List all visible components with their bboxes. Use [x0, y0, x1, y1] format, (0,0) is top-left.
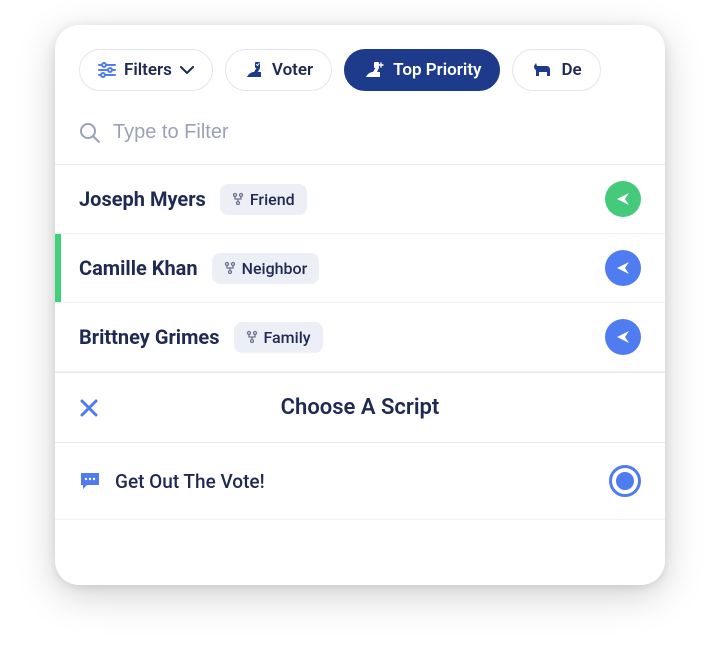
- filters-button[interactable]: Filters: [79, 49, 213, 91]
- search-row: [55, 107, 665, 165]
- democrat-pill[interactable]: De: [512, 49, 600, 91]
- ballot-hand-icon: [244, 61, 264, 79]
- send-button[interactable]: [605, 181, 641, 217]
- tag-label: Family: [264, 328, 311, 347]
- sliders-icon: [98, 62, 116, 78]
- relationship-tag: Neighbor: [212, 253, 320, 284]
- app-card: Filters Voter: [55, 25, 665, 585]
- contact-name: Brittney Grimes: [79, 325, 220, 349]
- close-icon[interactable]: [79, 398, 99, 418]
- voter-label: Voter: [272, 60, 313, 80]
- filters-row: Filters Voter: [55, 25, 665, 107]
- sheet-header: Choose A Script: [55, 372, 665, 443]
- relationship-tag: Friend: [220, 184, 307, 215]
- tag-label: Friend: [250, 190, 295, 209]
- contact-name: Joseph Myers: [79, 187, 206, 211]
- contact-name: Camille Khan: [79, 256, 198, 280]
- voter-pill[interactable]: Voter: [225, 49, 332, 91]
- send-button[interactable]: [605, 319, 641, 355]
- democrat-label: De: [561, 60, 581, 80]
- relationship-tag: Family: [234, 322, 323, 353]
- chevron-down-icon: [180, 66, 194, 74]
- script-radio[interactable]: [609, 465, 641, 497]
- contact-row[interactable]: Joseph Myers Friend: [55, 165, 665, 234]
- contact-row[interactable]: Camille Khan Neighbor: [55, 234, 665, 303]
- donkey-icon: [531, 61, 553, 79]
- sheet-title: Choose A Script: [79, 395, 641, 420]
- chat-icon: [79, 471, 101, 491]
- ballot-hand-plus-icon: [363, 61, 385, 79]
- branch-icon: [224, 261, 236, 275]
- contacts-list: Joseph Myers Friend Camille Khan: [55, 165, 665, 372]
- branch-icon: [232, 192, 244, 206]
- search-icon: [79, 122, 101, 144]
- contact-row[interactable]: Brittney Grimes Family: [55, 303, 665, 372]
- branch-icon: [246, 330, 258, 344]
- tag-label: Neighbor: [242, 259, 308, 278]
- script-row[interactable]: Get Out The Vote!: [55, 443, 665, 520]
- top-priority-pill[interactable]: Top Priority: [344, 49, 500, 91]
- radio-selected-icon: [616, 472, 634, 490]
- script-label: Get Out The Vote!: [115, 470, 265, 493]
- search-input[interactable]: [113, 121, 641, 144]
- top-priority-label: Top Priority: [393, 60, 481, 80]
- filters-label: Filters: [124, 60, 172, 80]
- send-button[interactable]: [605, 250, 641, 286]
